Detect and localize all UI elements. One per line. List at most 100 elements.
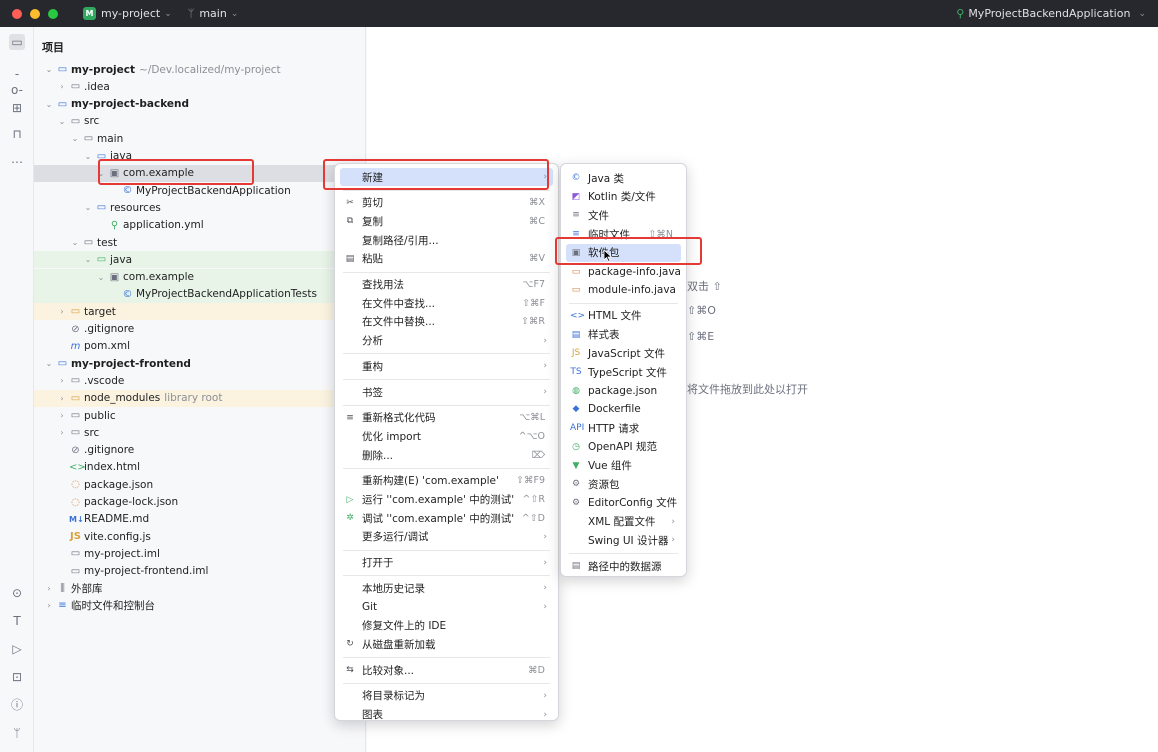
menu-item[interactable]: © Java 类 — [566, 169, 681, 187]
chevron-down-icon[interactable]: ⌄ — [70, 134, 80, 143]
tree-item[interactable]: › ▭ .idea — [34, 78, 366, 95]
menu-item[interactable]: 打开于 › — [340, 554, 553, 572]
tree-item[interactable]: › ▭ public — [34, 407, 366, 424]
menu-item[interactable]: 更多运行/调试 › — [340, 528, 553, 546]
chevron-down-icon[interactable]: ⌄ — [44, 359, 54, 368]
tree-item[interactable]: M↓ README.md — [34, 511, 366, 528]
menu-item[interactable]: 分析 › — [340, 332, 553, 350]
run-configuration-selector[interactable]: MyProjectBackendApplication — [968, 7, 1130, 20]
close-window-button[interactable] — [12, 8, 22, 19]
project-tool-icon[interactable]: ▭ — [9, 34, 25, 50]
menu-item[interactable]: 删除... ⌦ — [340, 446, 553, 464]
menu-item[interactable]: ◩ Kotlin 类/文件 — [566, 188, 681, 206]
menu-item[interactable]: 在文件中替换... ⇧⌘R — [340, 313, 553, 331]
run-icon[interactable]: ▷ — [9, 641, 25, 657]
menu-item[interactable]: ▤ 样式表 — [566, 326, 681, 344]
chevron-down-icon[interactable]: ⌄ — [83, 152, 93, 161]
menu-item[interactable]: TS TypeScript 文件 — [566, 363, 681, 381]
menu-item[interactable]: 优化 import ^⌥O — [340, 427, 553, 445]
menu-item[interactable]: JS JavaScript 文件 — [566, 344, 681, 362]
chevron-right-icon[interactable]: › — [57, 376, 67, 385]
menu-item[interactable]: ⧉ 复制 ⌘C — [340, 212, 553, 230]
commit-tool-icon[interactable]: -o- — [9, 66, 25, 97]
menu-item[interactable]: ≡ 重新格式化代码 ⌥⌘L — [340, 409, 553, 427]
chevron-down-icon[interactable]: ⌄ — [44, 65, 54, 74]
menu-item[interactable]: 图表 › — [340, 706, 553, 724]
tree-item[interactable]: › ▭ .vscode — [34, 372, 366, 389]
menu-item[interactable]: ▼ Vue 组件 — [566, 457, 681, 475]
tree-item[interactable]: › ▭ src — [34, 424, 366, 441]
menu-item[interactable]: ◷ OpenAPI 规范 — [566, 438, 681, 456]
tree-item[interactable]: ⌄ ▭ my-project ~/Dev.localized/my-project — [34, 61, 366, 78]
menu-item[interactable]: 本地历史记录 › — [340, 579, 553, 597]
chevron-down-icon[interactable]: ⌄ — [83, 203, 93, 212]
tree-item[interactable]: ⌄ ▭ my-project-frontend — [34, 355, 366, 372]
tree-item[interactable]: © MyProjectBackendApplicationTests — [34, 285, 366, 303]
menu-item[interactable]: API HTTP 请求 — [566, 419, 681, 437]
bookmarks-tool-icon[interactable]: ⊓ — [9, 126, 25, 142]
menu-item[interactable]: 书签 › — [340, 383, 553, 401]
tree-item[interactable]: ◌ package-lock.json — [34, 494, 366, 511]
tree-item[interactable]: ▭ my-project-frontend.iml — [34, 563, 366, 580]
chevron-down-icon[interactable]: ⌄ — [96, 273, 106, 282]
menu-item[interactable]: ↻ 从磁盘重新加载 — [340, 635, 553, 653]
terminal-icon[interactable]: ⊡ — [9, 669, 25, 685]
chevron-down-icon[interactable]: ⌄ — [70, 238, 80, 247]
tree-item[interactable]: › ⫼ 外部库 — [34, 580, 366, 597]
menu-item[interactable]: Swing UI 设计器 › — [566, 531, 681, 549]
tree-item[interactable]: ⊘ .gitignore — [34, 321, 366, 338]
chevron-right-icon[interactable]: › — [57, 82, 67, 91]
tree-item[interactable]: ⌄ ▭ java — [34, 251, 366, 269]
menu-item[interactable]: 重构 › — [340, 357, 553, 375]
menu-item[interactable]: ◍ package.json — [566, 382, 681, 400]
chevron-down-icon[interactable]: ⌄ — [83, 255, 93, 264]
services-icon[interactable]: ⊙ — [9, 585, 25, 601]
tree-item[interactable]: ⌄ ▭ src — [34, 113, 366, 130]
menu-item[interactable]: ≡ 文件 — [566, 206, 681, 224]
chevron-down-icon[interactable]: ⌄ — [57, 117, 67, 126]
tree-item[interactable]: ⌄ ▭ my-project-backend — [34, 96, 366, 113]
tree-item[interactable]: ⌄ ▭ test — [34, 234, 366, 251]
menu-item[interactable]: ▷ 运行 ''com.example' 中的测试' ^⇧R — [340, 491, 553, 509]
minimize-window-button[interactable] — [30, 8, 40, 19]
tree-item[interactable]: ⊘ .gitignore — [34, 442, 366, 459]
menu-item[interactable]: Git › — [340, 598, 553, 616]
tree-item[interactable]: JS vite.config.js — [34, 528, 366, 545]
tree-item[interactable]: ⚲ application.yml — [34, 217, 366, 234]
menu-item[interactable]: ✂ 剪切 ⌘X — [340, 194, 553, 212]
menu-item[interactable]: ▭ module-info.java — [566, 281, 681, 299]
tree-item[interactable]: › ▭ node_modules library root — [34, 389, 366, 407]
menu-item[interactable]: ▭ package-info.java — [566, 263, 681, 281]
chevron-down-icon[interactable]: ⌄ — [44, 100, 54, 109]
menu-item[interactable]: 复制路径/引用... — [340, 231, 553, 249]
tree-item[interactable]: ⌄ ▭ resources — [34, 199, 366, 216]
menu-item[interactable]: 修复文件上的 IDE — [340, 617, 553, 635]
branch-switcher[interactable]: main — [199, 7, 226, 20]
chevron-right-icon[interactable]: › — [57, 307, 67, 316]
tree-item[interactable]: m pom.xml — [34, 338, 366, 355]
git-icon[interactable]: ᛘ — [9, 725, 25, 741]
menu-item[interactable]: ◆ Dockerfile — [566, 400, 681, 418]
structure-tool-icon[interactable]: ⊞ — [9, 100, 25, 116]
chevron-right-icon[interactable]: › — [57, 394, 67, 403]
zoom-window-button[interactable] — [48, 8, 58, 19]
tree-item[interactable]: ◌ package.json — [34, 476, 366, 493]
menu-item[interactable]: ✲ 调试 ''com.example' 中的测试' ^⇧D — [340, 509, 553, 527]
tree-item[interactable]: › ≡ 临时文件和控制台 — [34, 597, 366, 614]
menu-item[interactable]: XML 配置文件 › — [566, 513, 681, 531]
more-tools-icon[interactable]: ⋯ — [9, 154, 25, 170]
menu-item[interactable]: ⇆ 比较对象... ⌘D — [340, 661, 553, 679]
menu-item[interactable]: <> HTML 文件 — [566, 307, 681, 325]
chevron-right-icon[interactable]: › — [57, 411, 67, 420]
build-icon[interactable]: T — [9, 613, 25, 629]
chevron-right-icon[interactable]: › — [57, 428, 67, 437]
chevron-right-icon[interactable]: › — [44, 584, 54, 593]
chevron-right-icon[interactable]: › — [44, 601, 54, 610]
problems-icon[interactable]: ⓘ — [9, 697, 25, 713]
menu-item[interactable]: 在文件中查找... ⇧⌘F — [340, 294, 553, 312]
menu-item[interactable]: 查找用法 ⌥F7 — [340, 276, 553, 294]
tree-item[interactable]: › ▭ target — [34, 303, 366, 321]
menu-item[interactable]: 将目录标记为 › — [340, 687, 553, 705]
menu-item[interactable]: 重新构建(E) 'com.example' ⇧⌘F9 — [340, 472, 553, 490]
menu-item[interactable]: ▤ 粘贴 ⌘V — [340, 250, 553, 268]
